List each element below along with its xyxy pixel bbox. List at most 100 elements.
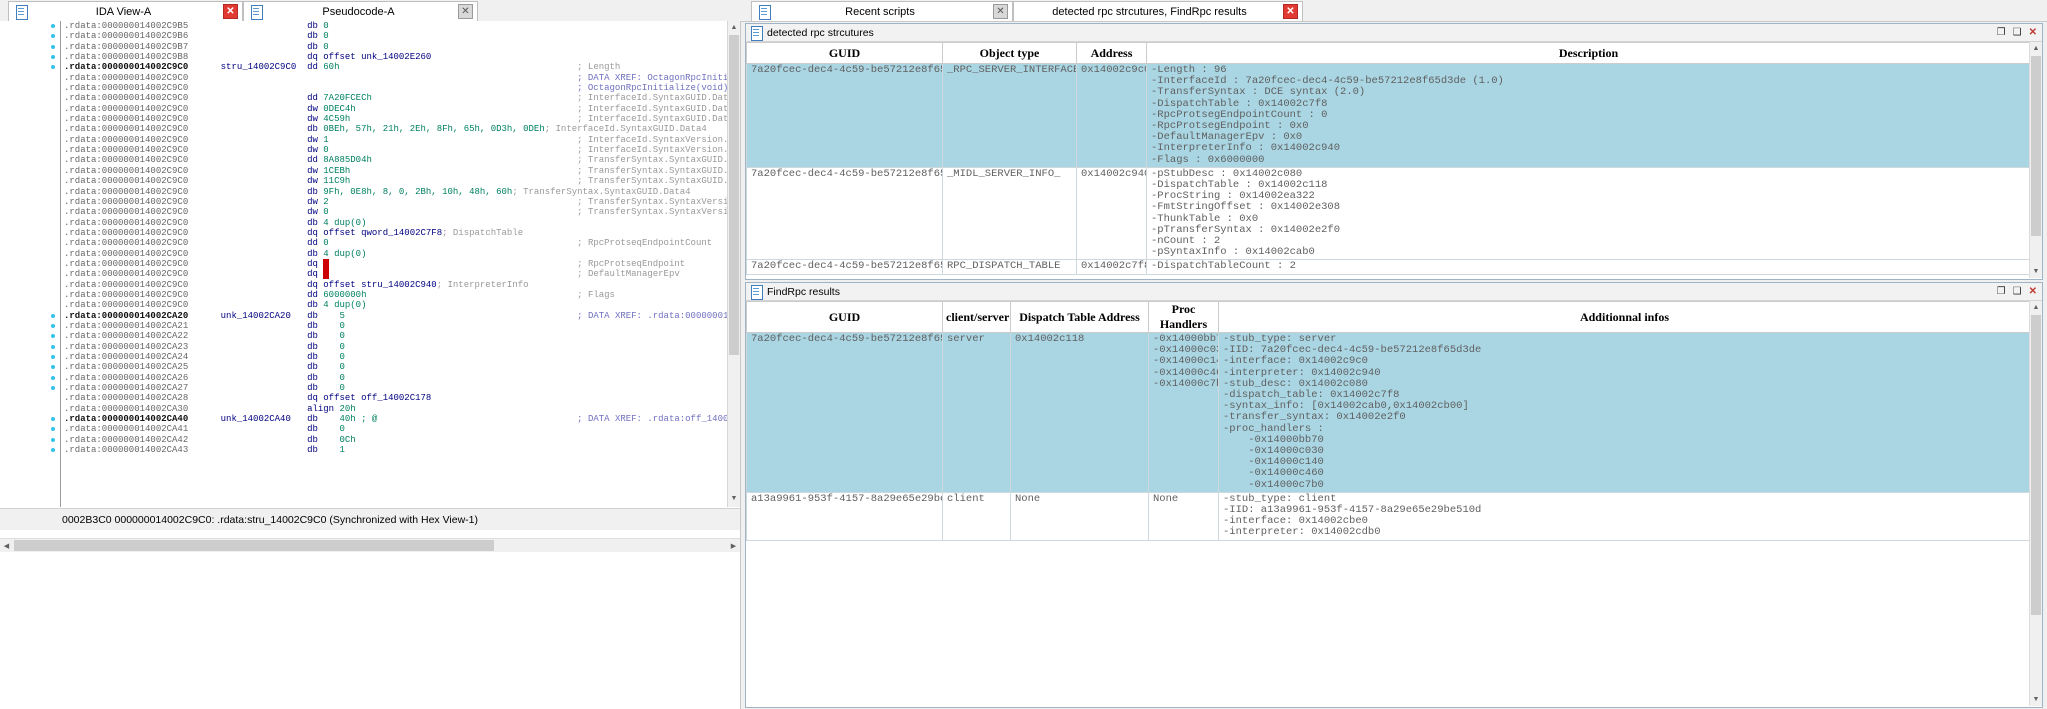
column-header[interactable]: Dispatch Table Address <box>1010 301 1149 333</box>
disassembly-line[interactable]: .rdata:000000014002C9C0 db 9Fh, 0E8h, 8,… <box>0 187 740 197</box>
scrollbar-thumb[interactable] <box>2031 315 2041 615</box>
close-icon[interactable]: ✕ <box>1283 4 1298 19</box>
column-header[interactable]: Additionnal infos <box>1218 301 2031 333</box>
disassembly-line[interactable]: .rdata:000000014002CA22 db 0 <box>0 331 740 341</box>
scroll-left-icon[interactable]: ◀ <box>1 540 12 551</box>
findrpc-results-table[interactable]: GUID client/server Dispatch Table Address P… <box>746 301 2031 541</box>
disassembly-line[interactable]: .rdata:000000014002CA21 db 0 <box>0 321 740 331</box>
disassembly-line[interactable]: .rdata:000000014002C9C0 dw 1CEBh ; Trans… <box>0 166 740 176</box>
disassembly-line[interactable]: .rdata:000000014002C9C0 dw 4C59h ; Inter… <box>0 114 740 124</box>
table-row[interactable]: a13a9961-953f-4157-8a29e65e29be510dclien… <box>746 491 2031 541</box>
disassembly-line[interactable]: .rdata:000000014002C9C0 stru_14002C9C0 d… <box>0 62 740 72</box>
disassembly-line[interactable]: .rdata:000000014002C9C0 dq 0 ; DefaultMa… <box>0 269 740 280</box>
detected-rpc-structures-panel: detected rpc strcutures ❐ ❑ ✕ GUID Object… <box>745 23 2043 280</box>
disassembly-line[interactable]: .rdata:000000014002CA42 db 0Ch <box>0 435 740 445</box>
disassembly-line[interactable]: .rdata:000000014002C9C0 dq offset qword_… <box>0 228 740 238</box>
disassembly-horizontal-scrollbar[interactable]: ◀ ▶ <box>0 538 740 552</box>
disassembly-line[interactable]: .rdata:000000014002CA30 align 20h <box>0 404 740 414</box>
table-row[interactable]: 7a20fcec-dec4-4c59-be57212e8f65d3deserve… <box>746 332 2031 493</box>
maximize-icon[interactable]: ❑ <box>2013 27 2022 38</box>
close-icon[interactable]: ✕ <box>2029 27 2037 38</box>
close-icon[interactable]: ✕ <box>223 4 238 19</box>
disassembly-line[interactable]: .rdata:000000014002C9C0 dw 1 ; Interface… <box>0 135 740 145</box>
disassembly-line[interactable]: .rdata:000000014002C9C0 dd 6000000h ; Fl… <box>0 290 740 300</box>
findrpc-scrollbar[interactable]: ▲ ▼ <box>2029 301 2042 706</box>
disassembly-line[interactable]: .rdata:000000014002C9C0 dw 2 ; TransferS… <box>0 197 740 207</box>
disassembly-line[interactable]: .rdata:000000014002C9C0 dd 8A885D04h ; T… <box>0 155 740 165</box>
column-header[interactable]: Proc Handlers <box>1148 301 1219 333</box>
disassembly-line[interactable]: .rdata:000000014002CA40 unk_14002CA40 db… <box>0 414 740 424</box>
disassembly-line[interactable]: .rdata:000000014002C9C0 dw 11C9h ; Trans… <box>0 176 740 186</box>
minimize-icon[interactable]: ❐ <box>1997 27 2006 38</box>
tab-pseudocode-a[interactable]: Pseudocode-A ✕ <box>243 1 478 21</box>
column-header[interactable]: Address <box>1076 42 1147 64</box>
disassembly-line[interactable]: .rdata:000000014002CA27 db 0 <box>0 383 740 393</box>
panel-title-bar: FindRpc results ❐ ❑ ✕ <box>746 283 2042 301</box>
disassembly-line[interactable]: .rdata:000000014002CA41 db 0 <box>0 424 740 434</box>
disassembly-line[interactable]: .rdata:000000014002C9C0 dw 0 ; TransferS… <box>0 207 740 217</box>
disassembly-line-text: .rdata:000000014002C9C0 dw 0 ; Interface… <box>64 145 740 156</box>
disassembly-line[interactable]: .rdata:000000014002CA25 db 0 <box>0 362 740 372</box>
scroll-down-icon[interactable]: ▼ <box>2031 694 2041 705</box>
tab-ida-view-a[interactable]: IDA View-A ✕ <box>8 1 243 21</box>
table-cell-guid: 7a20fcec-dec4-4c59-be57212e8f65d3de <box>746 166 943 261</box>
disassembly-line[interactable]: .rdata:000000014002C9C0 db 4 dup(0) <box>0 218 740 228</box>
disassembly-line-text: .rdata:000000014002C9B8 dq offset unk_14… <box>64 52 432 63</box>
disassembly-line[interactable]: .rdata:000000014002CA20 unk_14002CA20 db… <box>0 311 740 321</box>
disassembly-line[interactable]: .rdata:000000014002C9B6 db 0 <box>0 31 740 41</box>
disassembly-line[interactable]: .rdata:000000014002C9B7 db 0 <box>0 42 740 52</box>
scrollbar-thumb[interactable] <box>729 35 739 355</box>
disassembly-line[interactable]: .rdata:000000014002C9B5 db 0 <box>0 21 740 31</box>
column-header[interactable]: client/server <box>942 301 1011 333</box>
disassembly-line[interactable]: .rdata:000000014002C9C0 dq offset stru_1… <box>0 280 740 290</box>
disassembly-line[interactable]: .rdata:000000014002CA43 db 1 <box>0 445 740 455</box>
column-header[interactable]: GUID <box>746 42 943 64</box>
disassembly-line[interactable]: .rdata:000000014002C9C0 db 0BEh, 57h, 21… <box>0 124 740 134</box>
table-row[interactable]: 7a20fcec-dec4-4c59-be57212e8f65d3de_MIDL… <box>746 166 2031 261</box>
column-header[interactable]: Description <box>1146 42 2031 64</box>
scroll-up-icon[interactable]: ▲ <box>729 22 739 33</box>
maximize-icon[interactable]: ❑ <box>2013 286 2022 297</box>
disassembly-line[interactable]: .rdata:000000014002CA23 db 0 <box>0 342 740 352</box>
table-row[interactable]: 7a20fcec-dec4-4c59-be57212e8f65d3deRPC_D… <box>746 259 2031 275</box>
disassembly-line[interactable]: .rdata:000000014002C9C0 db 4 dup(0) <box>0 300 740 310</box>
disassembly-line[interactable]: .rdata:000000014002C9C0 dw 0DEC4h ; Inte… <box>0 104 740 114</box>
column-header[interactable]: GUID <box>746 301 943 333</box>
disassembly-line[interactable]: .rdata:000000014002CA24 db 0 <box>0 352 740 362</box>
disassembly-line-text: .rdata:000000014002C9C0 db 9Fh, 0E8h, 8,… <box>64 186 691 197</box>
rpc-structures-table[interactable]: GUID Object type Address Description 7a20fc… <box>746 42 2031 275</box>
tab-recent-scripts[interactable]: Recent scripts ✕ <box>751 1 1013 21</box>
disassembly-line[interactable]: .rdata:000000014002C9B8 dq offset unk_14… <box>0 52 740 62</box>
right-tab-strip: Recent scripts ✕ detected rpc strcutures… <box>741 0 2047 22</box>
scrollbar-thumb[interactable] <box>14 540 494 551</box>
disassembly-line[interactable]: .rdata:000000014002C9C0 dw 0 ; Interface… <box>0 145 740 155</box>
close-icon[interactable]: ✕ <box>2029 286 2037 297</box>
scrollbar-thumb[interactable] <box>2031 56 2041 236</box>
scroll-down-icon[interactable]: ▼ <box>2031 266 2041 277</box>
disassembly-line[interactable]: .rdata:000000014002C9C0 dd 0 ; RpcProtse… <box>0 238 740 248</box>
minimize-icon[interactable]: ❐ <box>1997 286 2006 297</box>
disassembly-line[interactable]: .rdata:000000014002CA28 dq offset off_14… <box>0 393 740 403</box>
close-icon[interactable]: ✕ <box>993 4 1008 19</box>
table-row[interactable]: 7a20fcec-dec4-4c59-be57212e8f65d3de_RPC_… <box>746 63 2031 168</box>
tab-detected-rpc[interactable]: detected rpc strcutures, FindRpc results… <box>1013 1 1303 21</box>
scroll-up-icon[interactable]: ▲ <box>2031 302 2041 313</box>
disassembly-line[interactable]: .rdata:000000014002CA26 db 0 <box>0 373 740 383</box>
disassembly-line[interactable]: .rdata:000000014002C9C0 dq 0 ; RpcProtse… <box>0 258 740 269</box>
scroll-right-icon[interactable]: ▶ <box>728 540 739 551</box>
close-icon[interactable]: ✕ <box>458 4 473 19</box>
table-cell-client-server: client <box>942 491 1011 541</box>
disassembly-line[interactable]: .rdata:000000014002C9C0 ; DATA XREF: Oct… <box>0 73 740 83</box>
column-header[interactable]: Object type <box>942 42 1077 64</box>
table-cell-description: -DispatchTableCount : 2 <box>1146 259 2031 275</box>
disassembly-line[interactable]: .rdata:000000014002C9C0 dd 7A20FCECh ; I… <box>0 93 740 103</box>
rpc-structures-scrollbar[interactable]: ▲ ▼ <box>2029 42 2042 278</box>
scroll-up-icon[interactable]: ▲ <box>2031 43 2041 54</box>
disassembly-line-text: .rdata:000000014002C9C0 dw 0 ; TransferS… <box>64 207 740 218</box>
disassembly-line[interactable]: .rdata:000000014002C9C0 ; OctagonRpcInit… <box>0 83 740 93</box>
disassembly-listing[interactable]: .rdata:000000014002C9B5 db 0 .rdata:0000… <box>0 21 740 507</box>
scroll-down-icon[interactable]: ▼ <box>729 493 739 504</box>
disassembly-line[interactable]: .rdata:000000014002C9C0 db 4 dup(0) <box>0 249 740 259</box>
disassembly-vertical-scrollbar[interactable]: ▲ ▼ <box>727 21 740 507</box>
panel-title-bar: detected rpc strcutures ❐ ❑ ✕ <box>746 24 2042 42</box>
